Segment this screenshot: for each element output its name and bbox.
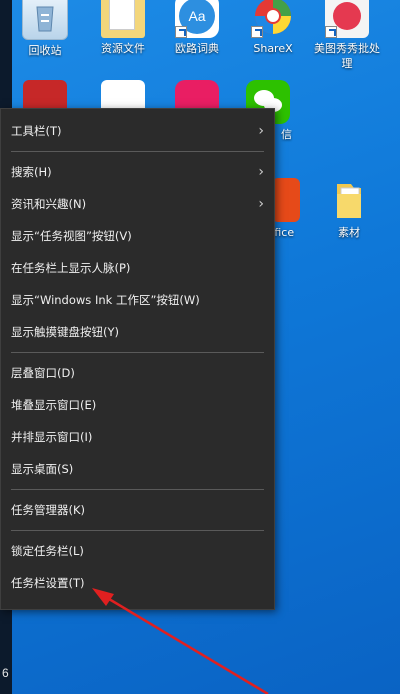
- shortcut-arrow-icon: [175, 26, 187, 38]
- menu-item-label: 任务管理器(K): [11, 503, 86, 517]
- desktop-icon-label: 资源文件: [101, 42, 145, 55]
- menu-item-label: 显示触摸键盘按钮(Y): [11, 325, 119, 339]
- desktop-icon-recycle-bin[interactable]: 回收站: [8, 0, 82, 58]
- sharex-icon: [251, 0, 295, 38]
- menu-item-taskbar-settings[interactable]: 任务栏设置(T): [1, 567, 274, 599]
- menu-separator: [11, 530, 264, 531]
- menu-item-show-desktop[interactable]: 显示桌面(S): [1, 453, 274, 485]
- menu-item-lock-taskbar[interactable]: 锁定任务栏(L): [1, 535, 274, 567]
- menu-item-label: 显示桌面(S): [11, 462, 74, 476]
- menu-item-task-manager[interactable]: 任务管理器(K): [1, 494, 274, 526]
- menu-item-label: 工具栏(T): [11, 124, 62, 138]
- menu-item-label: 并排显示窗口(I): [11, 430, 93, 444]
- desktop-icon-label: ShareX: [253, 42, 293, 55]
- menu-separator: [11, 489, 264, 490]
- desktop-icon-label: 回收站: [28, 44, 62, 57]
- menu-item-label: 层叠窗口(D): [11, 366, 75, 380]
- folder-doc-icon: [101, 0, 145, 38]
- menu-item-side-by-side[interactable]: 并排显示窗口(I): [1, 421, 274, 453]
- menu-item-label: 搜索(H): [11, 165, 52, 179]
- chevron-right-icon: ›: [258, 196, 264, 212]
- chevron-right-icon: ›: [258, 164, 264, 180]
- meitu-icon: [325, 0, 369, 38]
- menu-item-label: 在任务栏上显示人脉(P): [11, 261, 131, 275]
- desktop-icon-meitu[interactable]: 美图秀秀批处 理: [310, 0, 384, 71]
- office-icon: [272, 178, 300, 222]
- menu-item-label: 资讯和兴趣(N): [11, 197, 87, 211]
- menu-item-label: 锁定任务栏(L): [11, 544, 84, 558]
- folder-icon: [327, 178, 371, 222]
- chevron-right-icon: ›: [258, 123, 264, 139]
- desktop-icon-label: 素材: [338, 226, 360, 239]
- menu-item-label: 堆叠显示窗口(E): [11, 398, 97, 412]
- recycle-bin-icon: [22, 0, 68, 40]
- dictionary-icon: Aa: [175, 0, 219, 38]
- desktop-icon-resource-files[interactable]: 资源文件: [86, 0, 160, 56]
- menu-item-toolbars[interactable]: 工具栏(T) ›: [1, 115, 274, 147]
- menu-item-label: 显示“Windows Ink 工作区”按钮(W): [11, 293, 200, 307]
- menu-separator: [11, 352, 264, 353]
- taskbar-text: 6: [2, 666, 9, 680]
- desktop-icon-sharex[interactable]: ShareX: [236, 0, 310, 56]
- menu-item-search[interactable]: 搜索(H) ›: [1, 156, 274, 188]
- taskbar-context-menu: 工具栏(T) › 搜索(H) › 资讯和兴趣(N) › 显示“任务视图”按钮(V…: [0, 108, 275, 610]
- menu-item-cascade-windows[interactable]: 层叠窗口(D): [1, 357, 274, 389]
- menu-item-task-view-button[interactable]: 显示“任务视图”按钮(V): [1, 220, 274, 252]
- menu-item-show-people[interactable]: 在任务栏上显示人脉(P): [1, 252, 274, 284]
- menu-item-label: 任务栏设置(T): [11, 576, 85, 590]
- menu-item-label: 显示“任务视图”按钮(V): [11, 229, 132, 243]
- menu-item-news-interests[interactable]: 资讯和兴趣(N) ›: [1, 188, 274, 220]
- shortcut-arrow-icon: [251, 26, 263, 38]
- menu-separator: [11, 151, 264, 152]
- desktop-icon-material-folder[interactable]: 素材: [312, 178, 386, 240]
- menu-item-touch-keyboard[interactable]: 显示触摸键盘按钮(Y): [1, 316, 274, 348]
- desktop-icon-eudic[interactable]: Aa 欧路词典: [160, 0, 234, 56]
- desktop-icon-label: 欧路词典: [175, 42, 219, 55]
- menu-item-windows-ink[interactable]: 显示“Windows Ink 工作区”按钮(W): [1, 284, 274, 316]
- menu-item-stack-windows[interactable]: 堆叠显示窗口(E): [1, 389, 274, 421]
- desktop-icon-label: 美图秀秀批处 理: [314, 42, 380, 70]
- shortcut-arrow-icon: [325, 26, 337, 38]
